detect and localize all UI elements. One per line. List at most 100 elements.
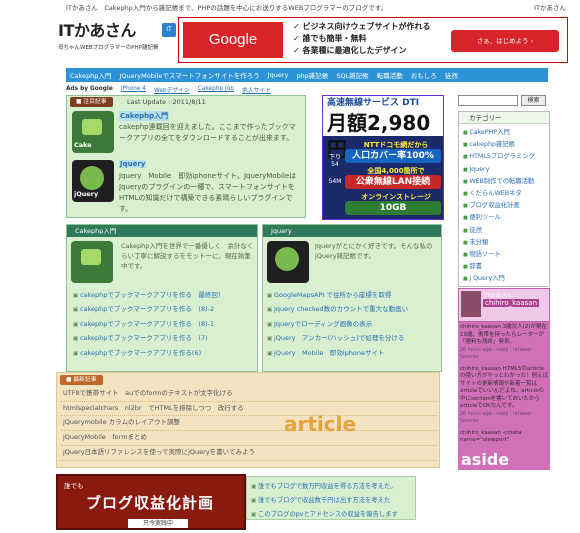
banner-small: 誰でも xyxy=(64,482,84,490)
site-tagline: ITかあさん Cakephp入門から雑記帳まで、PHPの話題を中心にお送りするW… xyxy=(66,2,566,12)
dti-bar: 10GB xyxy=(345,201,441,215)
cakephp-category-box: Cakephp入門 Cakephp入門を世界で一番優しく 余計なくらい丁寧に解説… xyxy=(66,224,258,372)
box-link[interactable]: jQuery Mobile 即効iphoneサイト xyxy=(267,347,408,361)
box-description: Jqueryがとにかく好きです。そんな私のjQuery雑記帳です。 xyxy=(315,242,433,260)
monetize-link-list: 誰でもブログで数万円収益を得る方法を考えた。 誰でもブログで収益数千円は出す方法… xyxy=(247,477,415,525)
ad-line: ✓ 各業種に最適化したデザイン xyxy=(293,46,407,55)
category-item[interactable]: くだらんWEBネタ xyxy=(463,188,549,200)
search-input[interactable] xyxy=(458,95,518,106)
global-nav: Cakephp入門 JQueryMobileでスマートフォンサイトを作ろう Jq… xyxy=(66,68,548,82)
entry-body: cakephp連載回を迎えました。ここまで作ったブックマークアプリの全てをダウン… xyxy=(119,123,296,142)
category-item[interactable]: WEB制作での転職活動 xyxy=(463,176,549,188)
logo-badge-icon: IT xyxy=(162,23,176,37)
article-link[interactable]: jQuery日本語リファレンスを使って実際にjQueryを書いてみよう xyxy=(61,446,437,461)
box-link-list: GoogleMapsAPI で住所から座標を取得 Jquery checked数… xyxy=(267,289,408,361)
ad-link[interactable]: 求人サイト xyxy=(242,85,271,94)
category-item[interactable]: ブログ収益化計画 xyxy=(463,200,549,212)
site-logo[interactable]: ITかあさん IT 母ちゃんWEBプログラマーのPHP雑記帳 xyxy=(58,17,180,57)
ads-label[interactable]: Ads by Google xyxy=(66,86,113,92)
nav-item[interactable]: JQueryMobileでスマートフォンサイトを作ろう xyxy=(115,70,263,80)
category-item[interactable]: 物語ソート xyxy=(463,249,549,261)
site-name-link[interactable]: ITかあさん xyxy=(534,2,566,12)
jquery-thumb-icon[interactable]: jQuery xyxy=(72,160,114,202)
article-link[interactable]: jQueryMobile formまとめ xyxy=(61,431,437,446)
search-button[interactable]: 検索 xyxy=(521,95,546,106)
jquery-category-box: Jquery Jqueryがとにかく好きです。そんな私のjQuery雑記帳です。… xyxy=(262,224,442,372)
nav-item[interactable]: 徒然 xyxy=(441,70,462,80)
profile-small-name: ITかあさん xyxy=(485,293,512,299)
category-item[interactable]: CakePHP入門 xyxy=(463,127,549,139)
ad-cta-button[interactable]: さぁ、はじめよう › xyxy=(451,30,559,52)
dti-bar: 公衆無線LAN接続 xyxy=(345,175,441,189)
cakephp-thumb-icon[interactable]: Cake xyxy=(72,111,114,153)
nav-item[interactable]: SQL雑記帳 xyxy=(332,70,372,80)
monetize-links: 誰でもブログで数万円収益を得る方法を考えた。 誰でもブログで収益数千円は出す方法… xyxy=(246,476,416,520)
google-ad-banner[interactable]: Google ✓ ビジネス向けウェブサイトが作れる ✓ 誰でも簡単・無料 ✓ 各… xyxy=(178,17,568,63)
entry-body: Jquery Mobile 即効iphoneサイト。JqueryMobileはJ… xyxy=(119,172,297,213)
dti-ad-banner[interactable]: 高速無線サービス DTI 月額2,980円 NTTドコモ網だから 人口カバー率1… xyxy=(322,95,444,220)
twitter-profile[interactable]: ITかあさん chihiro_kaasan xyxy=(458,288,550,322)
box-description: Cakephp入門を世界で一番優しく 余計なくらい丁寧に解説するをモットーに、現… xyxy=(121,242,254,270)
banner-foot: 只今実践中 xyxy=(128,519,188,528)
article-link[interactable]: htmlspecialchars nl2br でHTMLを排除しつつ 改行する xyxy=(61,402,437,417)
ad-link[interactable]: iPhone 4 xyxy=(121,86,146,92)
dti-bar: 人口カバー率100% xyxy=(345,149,441,163)
box-link[interactable]: cakephpでブックマークアプリを作る (7) xyxy=(73,332,224,346)
article-list: UTF8で携帯サイト auでのformのテキストが文字化ける htmlspeci… xyxy=(61,387,437,461)
blog-monetize-banner[interactable]: 誰でも ブログ収益化計画 只今実践中 xyxy=(56,474,246,530)
nav-item[interactable]: php雑記帳 xyxy=(292,70,332,80)
article-link[interactable]: jQuerymobile カラムのレイアウト調整 xyxy=(61,416,437,432)
box-header[interactable]: Cakephp入門 xyxy=(67,225,257,237)
cakephp-icon xyxy=(71,241,113,283)
aside-label: aside xyxy=(461,450,510,469)
category-item[interactable]: j Query入門 xyxy=(463,273,549,285)
category-item[interactable]: 便利ツール xyxy=(463,212,549,224)
logo-subtitle: 母ちゃんWEBプログラマーのPHP雑記帳 xyxy=(58,45,159,51)
article-label: article xyxy=(284,412,357,436)
category-item[interactable]: HTML5プログラミング xyxy=(463,151,549,163)
box-link[interactable]: cakephpでブックマークアプリを作る 最終回！ xyxy=(73,289,224,303)
box-link[interactable]: Jqueryでローディング画像の表示 xyxy=(267,318,408,332)
box-link[interactable]: cakephpでブックマークアプリを作る(6) xyxy=(73,347,224,361)
monetize-link[interactable]: 誰でもブログで収益数千円は出す方法を考えた xyxy=(251,494,411,508)
dti-header: 高速無線サービス DTI xyxy=(323,96,443,110)
ad-line: ✓ 誰でも簡単・無料 xyxy=(293,34,367,43)
category-item[interactable]: 未分類 xyxy=(463,237,549,249)
latest-articles: ■ 最新記事 UTF8で携帯サイト auでのformのテキストが文字化ける ht… xyxy=(56,372,440,468)
tweet-text: chihiro_kaasan <meta name="viewport" xyxy=(460,429,522,444)
ad-link[interactable]: Webデザイン xyxy=(154,85,190,94)
category-widget: カテゴリー CakePHP入門 cakephp雑記帳 HTML5プログラミング … xyxy=(458,111,550,287)
category-item[interactable]: Jquery xyxy=(463,164,549,176)
box-header[interactable]: Jquery xyxy=(263,225,441,237)
box-link[interactable]: GoogleMapsAPI で住所から座標を取得 xyxy=(267,289,408,303)
category-item[interactable]: cakephp雑記帳 xyxy=(463,139,549,151)
box-link-list: cakephpでブックマークアプリを作る 最終回！ cakephpでブックマーク… xyxy=(73,289,224,361)
profile-screen-name[interactable]: chihiro_kaasan xyxy=(483,299,540,307)
dti-side: 下り54 xyxy=(328,154,341,168)
ad-features: ✓ ビジネス向けウェブサイトが作れる ✓ 誰でも簡単・無料 ✓ 各業種に最適化し… xyxy=(293,21,431,57)
nav-item[interactable]: 転職活動 xyxy=(373,70,407,80)
monetize-link[interactable]: 誰でもブログで数万円収益を得る方法を考えた。 xyxy=(251,480,411,494)
tweet-meta[interactable]: 36 hours ago · reply · retweet · favorit… xyxy=(460,411,548,426)
box-link[interactable]: jQuery アンカー(ハッシュ)で処理を分ける xyxy=(267,332,408,346)
tagline-text: ITかあさん Cakephp入門から雑記帳まで、PHPの話題を中心にお送りするW… xyxy=(66,4,388,12)
tweet-meta[interactable]: 36 hours ago · reply · retweet · favorit… xyxy=(460,347,548,362)
dti-price: 月額2,980円 xyxy=(323,110,443,161)
entry-title[interactable]: Cakephp入門 xyxy=(119,111,170,121)
search-box: 検索 xyxy=(458,95,548,107)
monetize-link[interactable]: このブログのpvとアドセンスの収益を報告します xyxy=(251,508,411,522)
entry-title[interactable]: Jquery xyxy=(119,160,147,168)
ad-link[interactable]: Cakephp Job xyxy=(198,86,234,92)
tweet-text: chihiro_kaasan 3歳次人(2)が現在19歳。携帯を持ったらレーター… xyxy=(460,324,547,345)
nav-item[interactable]: Cakephp入門 xyxy=(66,70,115,80)
avatar[interactable] xyxy=(461,291,481,317)
box-link[interactable]: cakephpでブックマークアプリを作る (8)-1 xyxy=(73,318,224,332)
article-link[interactable]: UTF8で携帯サイト auでのformのテキストが文字化ける xyxy=(61,387,437,402)
ad-line: ✓ ビジネス向けウェブサイトが作れる xyxy=(293,22,431,31)
box-link[interactable]: Jquery checked数のカウントで重大な動画い xyxy=(267,303,408,317)
box-link[interactable]: cakephpでブックマークアプリを作る (8)-2 xyxy=(73,303,224,317)
nav-item[interactable]: Jquery xyxy=(264,71,293,79)
category-item[interactable]: 徒然 xyxy=(463,225,549,237)
nav-item[interactable]: おもしろ xyxy=(407,70,441,80)
category-item[interactable]: 辞書 xyxy=(463,261,549,273)
